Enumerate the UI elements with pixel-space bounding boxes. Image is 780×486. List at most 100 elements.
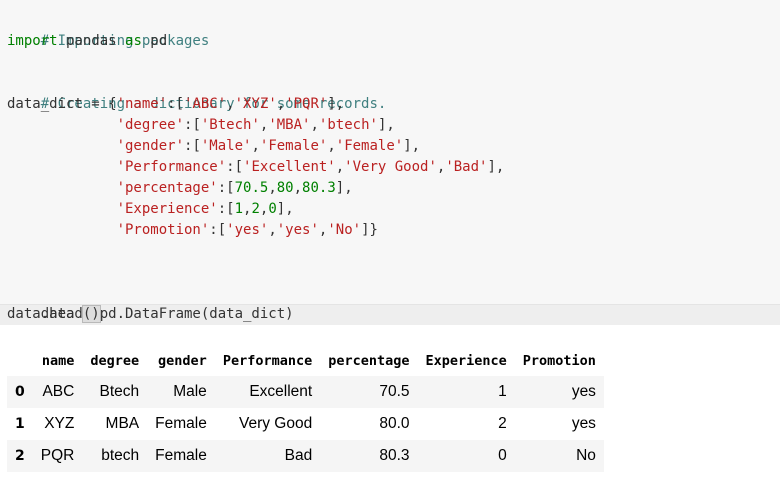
code-line-dict-entry: 'Performance':['Excellent','Very Good','… — [7, 157, 505, 178]
code-line-dict-entry: 'degree':['Btech','MBA','btech'], — [7, 115, 395, 136]
code-punct: ], — [335, 180, 353, 196]
dict-value: 'Female' — [335, 138, 404, 154]
code-line-comment-imports: # Importing packages — [7, 10, 210, 49]
code-punct: , — [251, 138, 260, 154]
table-cell: Female — [147, 440, 215, 472]
table-cell: yes — [571, 415, 596, 432]
module-alias: pd — [141, 33, 168, 49]
column-header: gender — [158, 353, 207, 369]
code-punct: :[ — [217, 201, 235, 217]
dict-value: 1 — [234, 201, 244, 217]
column-header: percentage — [328, 353, 410, 369]
matched-parentheses: () — [81, 305, 101, 323]
code-line-dataframe: data = pd.DataFrame(data_dict) — [7, 283, 294, 322]
table-cell: btech — [82, 440, 148, 472]
dict-key: 'Promotion' — [116, 222, 210, 238]
table-cell: Male — [147, 376, 215, 408]
row-index: 1 — [15, 416, 25, 432]
dict-value: 'yes' — [226, 222, 269, 238]
code-punct: ], — [276, 201, 294, 217]
module-name: pandas — [57, 33, 126, 49]
code-punct: :[ — [217, 180, 235, 196]
code-cell[interactable]: # Importing packages import pandas as pd… — [0, 0, 780, 325]
table-cell: MBA — [105, 415, 140, 432]
code-punct: :[ — [209, 222, 227, 238]
table-cell: 80.3 — [320, 440, 418, 472]
dict-value: 'ABC' — [184, 96, 227, 112]
dict-key: 'Performance' — [116, 159, 227, 175]
code-punct: , — [268, 222, 277, 238]
table-cell: Female — [155, 415, 207, 432]
dict-value: 'btech' — [318, 117, 378, 133]
code-punct: :[ — [167, 96, 185, 112]
dataframe-output-table: name degree gender Performance percentage Exp… — [7, 346, 604, 472]
table-row: 1 XYZ MBA Female Very Good 80.0 2 yes — [7, 408, 604, 440]
code-prefix — [7, 222, 117, 238]
code-punct: , — [293, 180, 303, 196]
column-header: Performance — [222, 353, 313, 369]
code-prefix — [7, 117, 117, 133]
table-cell: XYZ — [44, 415, 75, 432]
column-header — [7, 346, 33, 376]
code-punct: :[ — [184, 138, 201, 154]
code-prefix — [7, 159, 117, 175]
import-keyword: import — [7, 33, 58, 49]
dict-value: 'Male' — [200, 138, 252, 154]
table-cell: 80.0 — [379, 415, 410, 432]
code-line-dict-entry: 'percentage':[70.5,80,80.3], — [7, 178, 353, 199]
code-line-comment-dict: # Creating a dictionary for some records… — [7, 73, 387, 112]
code-line-dict-entry: 'Promotion':['yes','yes','No']} — [7, 220, 378, 241]
dict-key: 'degree' — [116, 117, 185, 133]
dict-value: 'Bad' — [445, 159, 488, 175]
dict-value: 'No' — [327, 222, 362, 238]
code-punct: , — [276, 96, 286, 112]
code-punct: , — [226, 96, 235, 112]
code-punct: , — [268, 180, 277, 196]
table-cell: Very Good — [238, 415, 313, 432]
dict-value: 0 — [268, 201, 277, 217]
table-row: 2 PQR btech Female Bad 80.3 0 No — [7, 440, 604, 472]
table-cell: Excellent — [214, 376, 321, 408]
code-punct: , — [327, 138, 336, 154]
dict-value: 'Btech' — [200, 117, 260, 133]
code-punct: , — [335, 159, 345, 175]
code-punct: ]} — [361, 222, 378, 238]
dict-value: 70.5 — [234, 180, 269, 196]
dict-value: 2 — [251, 201, 260, 217]
dict-key: 'Experience' — [116, 201, 218, 217]
code-prefix — [7, 138, 117, 154]
table-cell: yes — [514, 376, 604, 408]
table-cell: Bad — [214, 440, 321, 472]
dict-value: 'yes' — [276, 222, 319, 238]
dict-value: 'XYZ' — [234, 96, 277, 112]
table-cell: No — [514, 440, 604, 472]
dict-key: 'percentage' — [116, 180, 218, 196]
code-prefix — [7, 201, 117, 217]
code-prefix — [7, 180, 117, 196]
table-header-row: name degree gender Performance percentage Exp… — [7, 346, 604, 376]
dict-value: 80.3 — [302, 180, 336, 196]
table-cell: 1 — [417, 376, 515, 408]
code-line-head: data.head() — [7, 304, 101, 325]
table-cell: ABC — [32, 376, 83, 408]
code-punct: ], — [487, 159, 505, 175]
dict-value: 'MBA' — [268, 117, 311, 133]
column-header: degree — [90, 353, 140, 369]
code-punct: ], — [327, 96, 345, 112]
code-prefix: data_dict = { — [7, 96, 117, 112]
code-punct: :[ — [226, 159, 244, 175]
row-index: 2 — [7, 440, 33, 472]
as-keyword: as — [125, 33, 142, 49]
dict-value: 80 — [276, 180, 294, 196]
table-cell: PQR — [32, 440, 83, 472]
dict-key: 'gender' — [116, 138, 185, 154]
code-punct: :[ — [184, 117, 201, 133]
dict-value: 'Excellent' — [243, 159, 336, 175]
column-header: Experience — [425, 353, 507, 369]
code-line-dict-entry: data_dict = {'name':['ABC','XYZ','PQR'], — [7, 94, 344, 115]
dict-key: 'name' — [116, 96, 168, 112]
row-index: 0 — [7, 376, 33, 408]
table-row: 0 ABC Btech Male Excellent 70.5 1 yes — [7, 376, 604, 408]
dict-value: 'Very Good' — [344, 159, 437, 175]
dict-value: 'PQR' — [285, 96, 328, 112]
